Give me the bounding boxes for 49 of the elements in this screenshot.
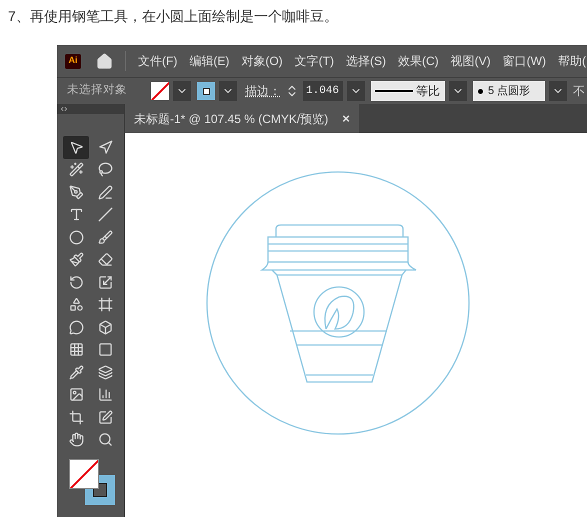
control-label: 不 xyxy=(573,83,585,100)
pen-tool-icon xyxy=(68,184,84,200)
menu-item[interactable]: 编辑(E) xyxy=(183,52,236,70)
speech-bubble-icon xyxy=(68,320,84,335)
menu-item[interactable]: 帮助( xyxy=(552,52,587,70)
menu-item[interactable]: 选择(S) xyxy=(340,52,392,70)
stroke-profile-field[interactable]: 等比 xyxy=(371,81,445,101)
brush-field[interactable]: 5 点圆形 xyxy=(473,81,545,101)
search-icon xyxy=(98,432,112,448)
dropdown-caret[interactable] xyxy=(549,81,567,101)
line-tool-icon xyxy=(98,207,112,222)
crop-icon xyxy=(68,410,84,425)
mesh-icon xyxy=(68,342,84,358)
app-logo: Ai xyxy=(65,54,81,68)
menu-item[interactable]: 窗口(W) xyxy=(496,52,552,70)
stroke-label: 描边： xyxy=(245,83,281,100)
stroke-swatch[interactable] xyxy=(197,82,215,100)
selection-status: 未选择对象 xyxy=(67,82,128,98)
tool-button[interactable] xyxy=(63,136,89,158)
rotate-icon xyxy=(68,274,84,290)
dropdown-caret[interactable] xyxy=(219,81,237,101)
step-heading: 7、再使用钢笔工具，在小圆上面绘制是一个咖啡豆。 xyxy=(7,7,339,26)
shape-tool-icon xyxy=(68,297,84,312)
menu-item[interactable]: 视图(V) xyxy=(444,52,497,70)
selection-tool-icon xyxy=(68,140,84,155)
document-tab[interactable]: 未标题-1* @ 107.45 % (CMYK/预览) × xyxy=(125,104,359,133)
bar-chart-icon xyxy=(98,387,112,402)
menu-item[interactable]: 文件(F) xyxy=(132,52,184,70)
paintbrush-icon xyxy=(68,252,84,268)
menu-item[interactable]: 文字(T) xyxy=(288,52,340,70)
magic-wand-icon xyxy=(68,162,84,178)
hand-icon xyxy=(68,432,84,448)
dropdown-caret[interactable] xyxy=(173,81,191,101)
menu-item[interactable]: 效果(C) xyxy=(392,52,445,70)
stroke-weight-field[interactable]: 1.046 xyxy=(303,81,343,101)
lasso-icon xyxy=(98,162,112,178)
menu-item[interactable]: 对象(O) xyxy=(235,52,289,70)
fill-color-swatch[interactable] xyxy=(68,459,98,489)
ellipse-tool-icon xyxy=(68,230,84,245)
eyedropper-icon xyxy=(68,364,84,380)
eraser-icon xyxy=(98,252,112,268)
dropdown-caret[interactable] xyxy=(449,81,467,101)
close-tab-button[interactable]: × xyxy=(342,108,350,128)
fill-swatch[interactable] xyxy=(151,82,169,100)
pen-square-icon xyxy=(98,410,112,425)
dropdown-caret[interactable] xyxy=(347,81,365,101)
type-tool-icon xyxy=(68,207,84,222)
brush-icon xyxy=(98,230,112,245)
home-icon[interactable] xyxy=(96,52,113,70)
